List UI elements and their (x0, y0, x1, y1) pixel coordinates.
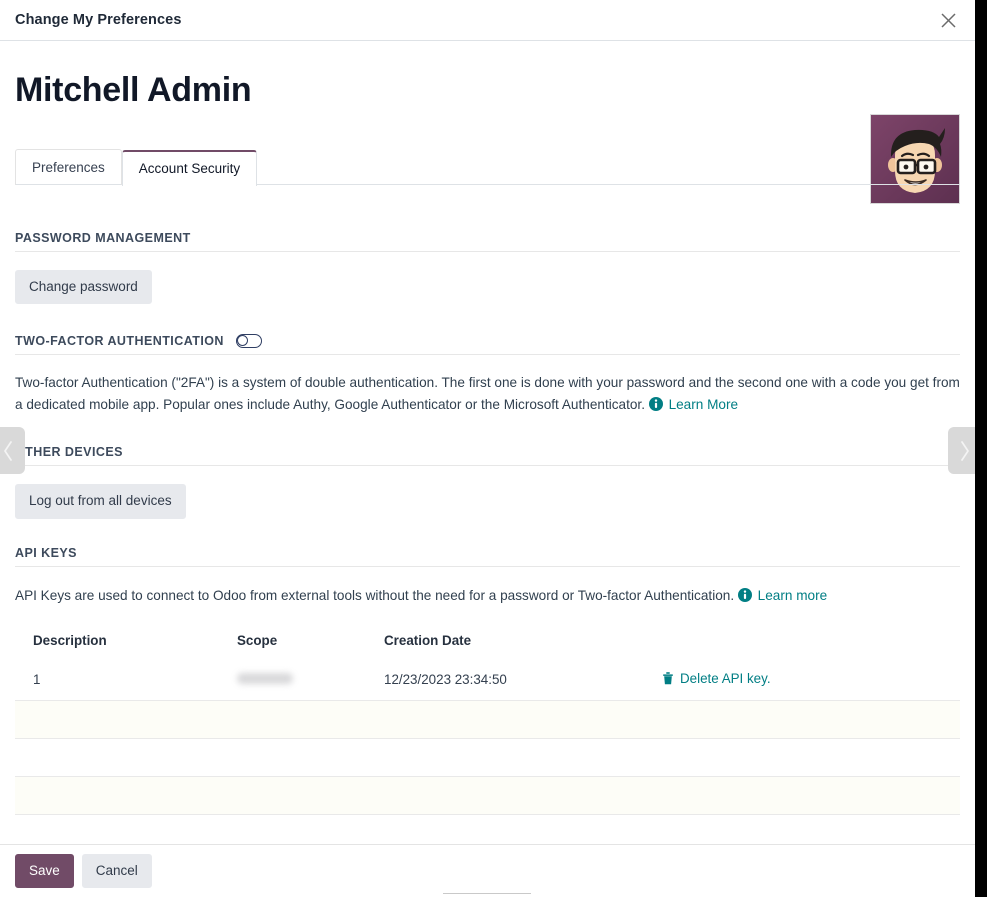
cell-empty (15, 776, 233, 816)
cell-empty (233, 738, 380, 777)
cell-empty (15, 700, 233, 740)
bottom-divider (443, 893, 531, 894)
column-header-scope: Scope (237, 632, 278, 648)
section-api-keys: API KEYS API Keys are used to connect to… (15, 546, 960, 816)
chevron-right-icon (961, 440, 969, 461)
page-title: Mitchell Admin (15, 71, 252, 109)
info-circle-icon (648, 396, 663, 418)
cell-description: 1 (15, 659, 233, 702)
cell-empty (233, 700, 380, 740)
section-title-two-factor: TWO-FACTOR AUTHENTICATION (15, 334, 960, 356)
table-row-empty (15, 700, 960, 740)
section-title-other-devices: OTHER DEVICES (15, 445, 960, 467)
dialog-footer: Save Cancel (0, 844, 975, 897)
column-header-description: Description (33, 632, 107, 648)
tab-account-security[interactable]: Account Security (121, 150, 258, 186)
redacted-scope-value (237, 673, 293, 685)
section-label-other-devices: OTHER DEVICES (15, 445, 123, 460)
api-keys-description: API Keys are used to connect to Odoo fro… (15, 567, 960, 609)
cancel-button[interactable]: Cancel (81, 853, 152, 889)
tab-bar: Preferences Account Security (15, 148, 960, 186)
api-keys-table-head: Description Scope Creation Date (15, 627, 960, 660)
cell-empty (658, 776, 960, 816)
two-factor-learn-more-link[interactable]: Learn More (669, 397, 739, 412)
api-keys-table-body: 1 12/23/2023 23:34:50 Delete API key. (15, 659, 960, 816)
password-actions: Change password (15, 269, 960, 305)
section-label-two-factor: TWO-FACTOR AUTHENTICATION (15, 334, 224, 349)
dialog-header: Change My Preferences (0, 0, 975, 41)
table-row-empty (15, 738, 960, 777)
api-keys-table: Description Scope Creation Date 1 12/23/… (15, 627, 960, 816)
logout-all-devices-button[interactable]: Log out from all devices (15, 484, 186, 519)
section-two-factor: TWO-FACTOR AUTHENTICATION Two-factor Aut… (15, 334, 960, 418)
dialog-body: Mitchell Admin Preferences Account Secur… (0, 41, 975, 816)
section-password-management: PASSWORD MANAGEMENT Change password (15, 231, 960, 305)
trash-icon (662, 671, 674, 685)
section-label-api-keys: API KEYS (15, 545, 77, 560)
two-factor-description: Two-factor Authentication ("2FA") is a s… (15, 355, 960, 418)
section-title-api-keys: API KEYS (15, 546, 960, 567)
delete-api-key-link[interactable]: Delete API key. (662, 671, 771, 686)
cell-empty (380, 738, 658, 777)
close-glyph (940, 12, 956, 28)
delete-api-key-label: Delete API key. (680, 670, 771, 686)
cell-creation-date: 12/23/2023 23:34:50 (380, 659, 658, 702)
cell-scope (233, 659, 380, 702)
preferences-dialog: Change My Preferences Mitchell Admin Pre… (0, 0, 975, 897)
section-label-password: PASSWORD MANAGEMENT (15, 230, 191, 245)
dialog-title: Change My Preferences (15, 12, 182, 28)
cell-empty (658, 700, 960, 740)
api-keys-learn-more-link[interactable]: Learn more (758, 588, 828, 603)
scroll-left-button[interactable] (0, 427, 25, 474)
toggle-knob (236, 334, 249, 347)
cell-empty (380, 776, 658, 816)
column-header-creation-date: Creation Date (384, 632, 472, 648)
save-button[interactable]: Save (15, 853, 74, 889)
cell-empty (15, 738, 233, 777)
table-row-empty (15, 776, 960, 816)
cell-empty (380, 700, 658, 740)
section-other-devices: OTHER DEVICES Log out from all devices (15, 445, 960, 519)
two-factor-description-text: Two-factor Authentication ("2FA") is a s… (15, 375, 960, 413)
two-factor-toggle[interactable] (235, 334, 262, 349)
scroll-right-button[interactable] (948, 427, 975, 474)
info-circle-icon (737, 587, 752, 609)
other-devices-actions: Log out from all devices (15, 484, 960, 519)
cell-empty (658, 738, 960, 777)
section-title-password: PASSWORD MANAGEMENT (15, 231, 960, 252)
cell-empty (233, 776, 380, 816)
change-password-button[interactable]: Change password (15, 269, 152, 305)
table-row[interactable]: 1 12/23/2023 23:34:50 Delete API key. (15, 659, 960, 702)
close-icon[interactable] (935, 7, 961, 33)
api-keys-description-text: API Keys are used to connect to Odoo fro… (15, 587, 735, 603)
screen: Change My Preferences Mitchell Admin Pre… (0, 0, 987, 897)
tab-preferences[interactable]: Preferences (15, 149, 122, 185)
cell-actions: Delete API key. (658, 659, 960, 702)
column-header-actions (658, 627, 960, 660)
chevron-left-icon (4, 440, 12, 461)
table-header-row: Description Scope Creation Date (15, 627, 960, 660)
